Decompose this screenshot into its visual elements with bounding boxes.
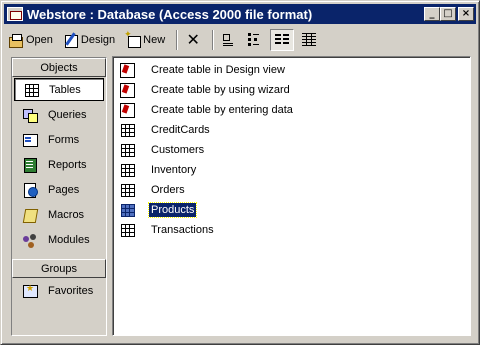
list-item-create-design-view[interactable]: Create table in Design view: [119, 61, 287, 79]
shortcut-icon: [119, 62, 135, 78]
list-item-label: CreditCards: [151, 124, 210, 136]
maximize-button[interactable]: □: [440, 7, 456, 21]
object-list[interactable]: Create table in Design view Create table…: [112, 56, 471, 336]
objects-item-label: Macros: [48, 208, 85, 221]
objects-bar-panel: Objects Tables Queries Forms Reports Pag…: [12, 58, 106, 335]
objects-item-label: Modules: [48, 233, 90, 246]
table-icon: [119, 162, 135, 178]
objects-item-label: Tables: [49, 83, 81, 96]
favorites-icon: [22, 283, 38, 299]
list-item-creditcards[interactable]: CreditCards: [119, 121, 212, 139]
open-folder-icon: [8, 32, 24, 48]
form-icon: [22, 132, 38, 148]
table-icon: [119, 122, 135, 138]
objects-item-reports[interactable]: Reports: [12, 152, 106, 177]
details-view-button[interactable]: [298, 29, 320, 51]
table-icon: [119, 182, 135, 198]
objects-item-label: Pages: [48, 183, 80, 196]
database-window: Webstore : Database (Access 2000 file fo…: [0, 0, 480, 345]
module-icon: [22, 232, 38, 248]
large-icons-button[interactable]: [218, 29, 240, 51]
database-toolbar: Open Design New ✕: [5, 28, 475, 52]
new-object-icon: [124, 29, 142, 48]
new-button[interactable]: New: [122, 29, 168, 51]
small-icons-icon: [247, 32, 263, 48]
list-item-orders[interactable]: Orders: [119, 181, 187, 199]
delete-x-icon: ✕: [186, 30, 200, 49]
design-button[interactable]: Design: [60, 29, 118, 51]
table-icon: [119, 202, 135, 218]
table-icon: [119, 142, 135, 158]
title-bar[interactable]: Webstore : Database (Access 2000 file fo…: [4, 4, 476, 24]
window-title: Webstore : Database (Access 2000 file fo…: [27, 6, 313, 22]
list-item-label: Customers: [151, 144, 205, 156]
open-button[interactable]: Open: [5, 29, 56, 51]
window-controls: _ □ ×: [424, 7, 474, 21]
toolbar-separator: [212, 30, 215, 50]
minimize-button[interactable]: _: [424, 7, 440, 21]
objects-header[interactable]: Objects: [12, 58, 106, 77]
shortcut-icon: [119, 82, 135, 98]
macro-icon: [22, 207, 38, 223]
list-item-products[interactable]: Products: [119, 201, 198, 219]
new-label: New: [143, 34, 166, 46]
design-label: Design: [80, 34, 116, 46]
objects-item-pages[interactable]: Pages: [12, 177, 106, 202]
groups-item-label: Favorites: [48, 284, 94, 297]
objects-item-label: Forms: [48, 133, 80, 146]
details-view-icon: [301, 32, 317, 48]
objects-item-modules[interactable]: Modules: [12, 227, 106, 252]
list-item-label: Inventory: [151, 164, 197, 176]
list-item-transactions[interactable]: Transactions: [119, 221, 216, 239]
list-item-create-entering-data[interactable]: Create table by entering data: [119, 101, 295, 119]
list-item-create-wizard[interactable]: Create table by using wizard: [119, 81, 292, 99]
shortcut-icon: [119, 102, 135, 118]
close-button[interactable]: ×: [458, 7, 474, 21]
small-icons-button[interactable]: [244, 29, 266, 51]
objects-item-macros[interactable]: Macros: [12, 202, 106, 227]
page-icon: [22, 182, 38, 198]
report-icon: [22, 157, 38, 173]
table-icon: [119, 222, 135, 238]
design-pencil-icon: [63, 32, 79, 48]
list-item-label: Products: [147, 202, 198, 218]
objects-bar: Objects Tables Queries Forms Reports Pag…: [11, 57, 107, 336]
objects-item-label: Queries: [48, 108, 87, 121]
list-item-customers[interactable]: Customers: [119, 141, 206, 159]
toolbar-separator: [176, 30, 179, 50]
objects-item-queries[interactable]: Queries: [12, 102, 106, 127]
list-item-label: Orders: [151, 184, 185, 196]
list-view-icon: [274, 32, 290, 48]
list-view-button[interactable]: [270, 29, 295, 51]
objects-item-label: Reports: [48, 158, 87, 171]
list-item-inventory[interactable]: Inventory: [119, 161, 198, 179]
groups-section: Groups Favorites: [12, 259, 106, 303]
groups-header[interactable]: Groups: [12, 259, 106, 278]
open-label: Open: [26, 34, 53, 46]
objects-item-forms[interactable]: Forms: [12, 127, 106, 152]
list-item-label: Create table by using wizard: [151, 84, 290, 96]
large-icons-icon: [221, 32, 237, 48]
list-item-label: Create table in Design view: [151, 64, 285, 76]
groups-item-favorites[interactable]: Favorites: [12, 278, 106, 303]
objects-item-tables[interactable]: Tables: [14, 78, 104, 101]
list-item-label: Create table by entering data: [151, 104, 293, 116]
delete-button[interactable]: ✕: [182, 29, 204, 51]
database-icon: [7, 7, 23, 21]
table-icon: [23, 82, 39, 98]
list-item-label: Transactions: [151, 224, 214, 236]
query-icon: [22, 107, 38, 123]
